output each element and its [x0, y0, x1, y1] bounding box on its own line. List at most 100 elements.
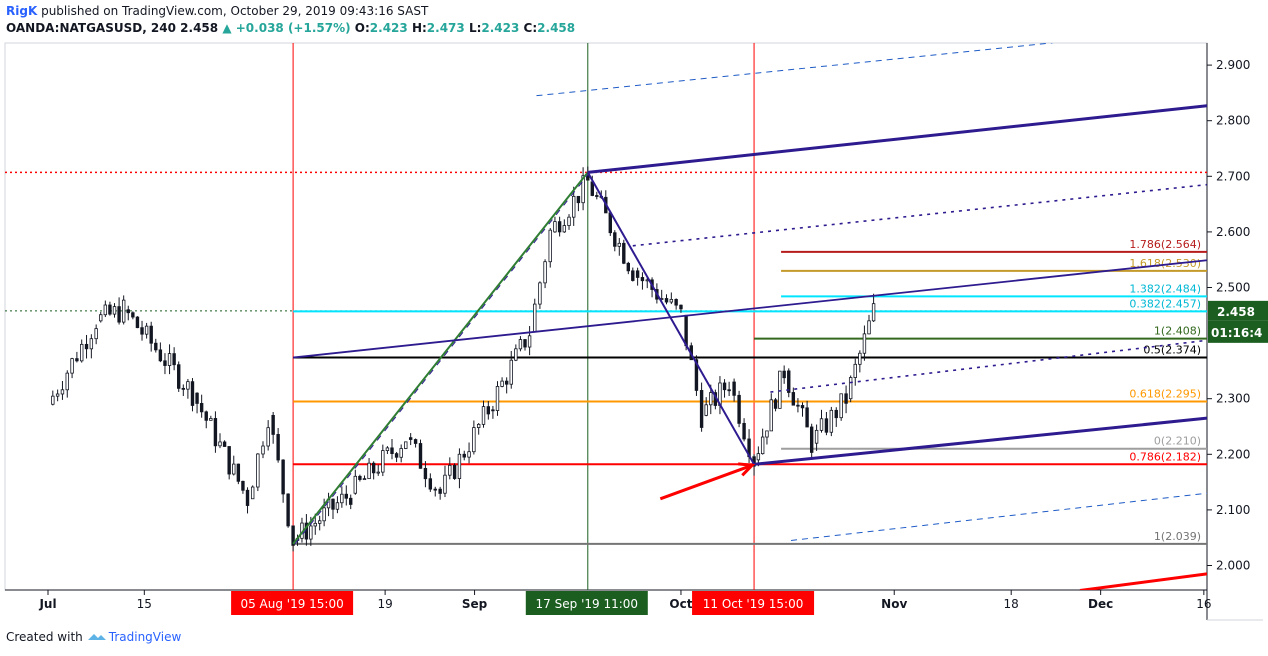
- candle-body: [773, 399, 778, 409]
- candle-body: [796, 404, 800, 407]
- candle-body: [791, 392, 796, 406]
- candle-body: [75, 358, 79, 362]
- fib-level-label: 1.382(2.484): [1129, 282, 1201, 295]
- candle-body: [60, 389, 65, 395]
- y-tick-label: 2.500: [1216, 281, 1250, 295]
- candle-body: [481, 406, 486, 425]
- candle-body: [154, 342, 158, 351]
- candle-body: [80, 343, 84, 362]
- candle-body: [84, 343, 89, 350]
- candle-body: [679, 304, 683, 310]
- y-tick-label: 2.200: [1216, 447, 1250, 461]
- candle-body: [495, 386, 500, 411]
- y-tick-label: 2.100: [1216, 503, 1250, 517]
- candle-body: [121, 299, 126, 323]
- candle-body: [562, 225, 567, 233]
- candle-body: [51, 395, 55, 405]
- candle-body: [117, 306, 121, 323]
- candle-body: [722, 382, 727, 391]
- candle-body: [413, 439, 418, 444]
- candle-body: [276, 434, 280, 461]
- candle-body: [213, 418, 218, 447]
- y-tick-label: 2.000: [1216, 559, 1250, 573]
- candle-body: [443, 474, 447, 494]
- candle-body: [344, 493, 348, 499]
- candle-body: [613, 232, 617, 247]
- candle-body: [819, 418, 824, 431]
- candle-body: [367, 462, 371, 480]
- y-tick-label: 2.600: [1216, 225, 1250, 239]
- candle-body: [358, 475, 362, 480]
- candle-body: [94, 328, 98, 340]
- fib-level-label: 1(2.039): [1154, 530, 1201, 543]
- candle-body: [622, 242, 626, 264]
- candle-body: [103, 304, 108, 316]
- candle-body: [281, 459, 285, 495]
- candle-body: [839, 393, 843, 419]
- candle-body: [399, 448, 403, 458]
- tradingview-link[interactable]: TradingView: [87, 630, 181, 644]
- candle-body: [452, 464, 457, 479]
- candle-body: [782, 370, 786, 379]
- candle-body: [381, 450, 385, 473]
- candle-body: [509, 359, 513, 385]
- candle-body: [567, 216, 571, 226]
- swing-line-down: [586, 171, 755, 465]
- candle-body: [131, 312, 135, 318]
- x-tick-label: Dec: [1088, 597, 1113, 611]
- candle-body: [241, 480, 245, 491]
- candle-body: [640, 277, 645, 282]
- candle-body: [256, 453, 260, 488]
- candle-body: [523, 339, 527, 348]
- candle-body: [760, 436, 765, 455]
- candle-body: [135, 316, 140, 329]
- candle-body: [617, 242, 621, 247]
- candle-body: [727, 389, 731, 392]
- candle-body: [385, 447, 390, 451]
- candle-body: [250, 486, 255, 500]
- candle-body: [699, 390, 704, 428]
- candle-body: [664, 298, 669, 303]
- candle-body: [472, 427, 476, 453]
- candle-body: [867, 320, 871, 335]
- candle-body: [245, 489, 250, 506]
- candle-body: [181, 387, 186, 390]
- y-tick-label: 2.300: [1216, 392, 1250, 406]
- candle-body: [55, 393, 60, 397]
- candle-body: [814, 429, 819, 444]
- candle-body: [518, 339, 523, 350]
- marker-date-label: 11 Oct '19 15:00: [703, 597, 804, 611]
- candle-body: [167, 353, 172, 366]
- candle-body: [158, 349, 163, 362]
- y-tick-label: 2.800: [1216, 114, 1250, 128]
- candle-body: [438, 488, 442, 494]
- last-price-label: 2.458: [1217, 305, 1255, 319]
- candle-body: [335, 502, 340, 510]
- candle-body: [809, 426, 814, 453]
- candle-body: [331, 498, 335, 510]
- candle-body: [322, 507, 326, 522]
- candle-body: [862, 333, 867, 354]
- candle-body: [626, 262, 630, 272]
- candle-body: [89, 338, 94, 350]
- candle-body: [209, 418, 213, 421]
- candle-body: [428, 478, 433, 490]
- fib-level-label: 1.786(2.564): [1129, 238, 1201, 251]
- fib-level-label: 0.382(2.457): [1129, 297, 1201, 310]
- candle-body: [572, 195, 576, 218]
- price-chart[interactable]: 2.000 2.100 2.200 2.300 2.500 2.600 2.700 2.800…: [0, 0, 1268, 656]
- candle-body: [576, 195, 581, 204]
- candle-body: [340, 493, 344, 504]
- candle-body: [126, 309, 130, 314]
- candle-body: [527, 335, 532, 348]
- candle-body: [674, 298, 678, 306]
- candle-body: [70, 358, 74, 374]
- candle-body: [408, 437, 413, 440]
- candle-body: [834, 409, 838, 419]
- candle-body: [635, 270, 640, 278]
- x-tick-label: Jul: [38, 597, 56, 611]
- candle-body: [163, 360, 167, 366]
- candle-body: [824, 418, 829, 433]
- candle-body: [199, 403, 204, 413]
- candle-body: [448, 464, 452, 476]
